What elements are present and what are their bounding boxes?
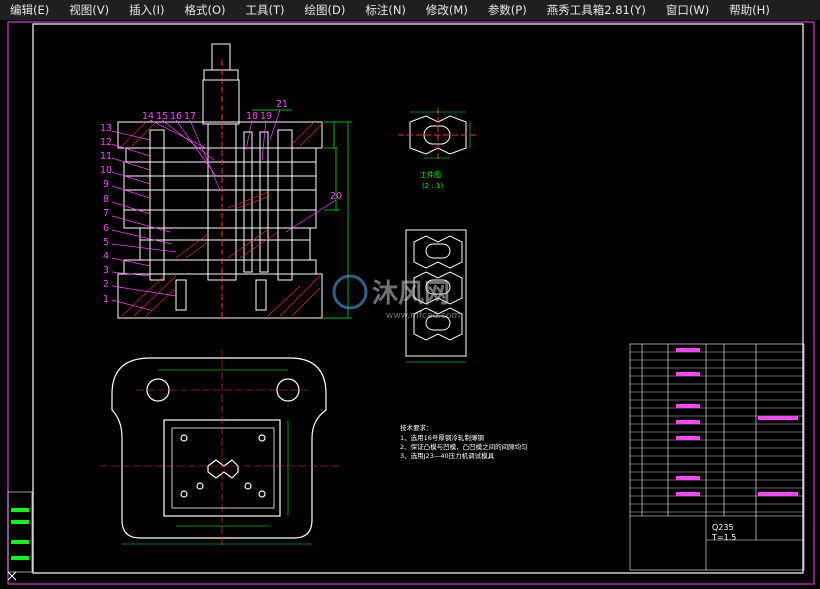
workpiece-scale: (2 : 1) — [422, 182, 443, 190]
menu-bar: 编辑(E) 视图(V) 插入(I) 格式(O) 工具(T) 绘图(D) 标注(N… — [0, 0, 820, 20]
part-number: 10 — [100, 165, 112, 176]
part-number: 11 — [100, 151, 112, 162]
menu-insert[interactable]: 插入(I) — [119, 0, 174, 20]
part-number: 3 — [103, 265, 109, 276]
menu-window[interactable]: 窗口(W) — [656, 0, 719, 20]
parts-list-rows — [630, 351, 804, 513]
part-number: 19 — [260, 111, 272, 122]
part-number: 14 — [142, 111, 154, 122]
tech-req-line: 1、选用16号厚钢冷轧制薄钢 — [400, 433, 484, 442]
drawing-canvas[interactable]: 13 12 11 10 9 8 7 6 5 4 3 2 1 14 15 16 1… — [0, 20, 820, 589]
watermark-brand: 沐风网 — [372, 279, 450, 309]
part-number: 9 — [103, 179, 109, 190]
part-number: 13 — [100, 123, 112, 134]
part-number: 2 — [103, 279, 109, 290]
part-number: 6 — [103, 223, 109, 234]
menu-tools[interactable]: 工具(T) — [236, 0, 295, 20]
part-number: 7 — [103, 208, 109, 219]
part-number: 8 — [103, 194, 109, 205]
menu-format[interactable]: 格式(O) — [174, 0, 235, 20]
title-block-thickness: T=1.5 — [711, 533, 736, 542]
menu-parameters[interactable]: 参数(P) — [478, 0, 537, 20]
menu-edit[interactable]: 编辑(E) — [0, 0, 59, 20]
title-block-material: Q235 — [712, 523, 734, 532]
watermark-url: www.mfcad.com — [386, 311, 460, 321]
part-number: 18 — [246, 111, 258, 122]
tech-req-title: 技术要求： — [400, 423, 433, 432]
part-number: 12 — [100, 137, 112, 148]
menu-modify[interactable]: 修改(M) — [416, 0, 478, 20]
part-number: 17 — [184, 111, 196, 122]
menu-dimension[interactable]: 标注(N) — [355, 0, 416, 20]
menu-yanxiu-toolbox[interactable]: 燕秀工具箱2.81(Y) — [537, 0, 656, 20]
menu-help[interactable]: 帮助(H) — [719, 0, 780, 20]
part-number: 15 — [156, 111, 168, 122]
menu-view[interactable]: 视图(V) — [59, 0, 119, 20]
part-number: 4 — [103, 251, 109, 262]
part-number: 1 — [103, 294, 109, 305]
part-number: 5 — [103, 237, 109, 248]
tech-req-line: 3、选用J23—40压力机调试模具 — [400, 451, 495, 460]
tech-req-line: 2、保证凸模与凹模，凸凹模之间的间隙均匀 — [400, 442, 528, 451]
menu-draw[interactable]: 绘图(D) — [295, 0, 356, 20]
part-number: 16 — [170, 111, 182, 122]
workpiece-caption: 工件图 — [420, 170, 441, 179]
part-number: 20 — [330, 191, 342, 202]
part-number: 21 — [276, 99, 288, 110]
